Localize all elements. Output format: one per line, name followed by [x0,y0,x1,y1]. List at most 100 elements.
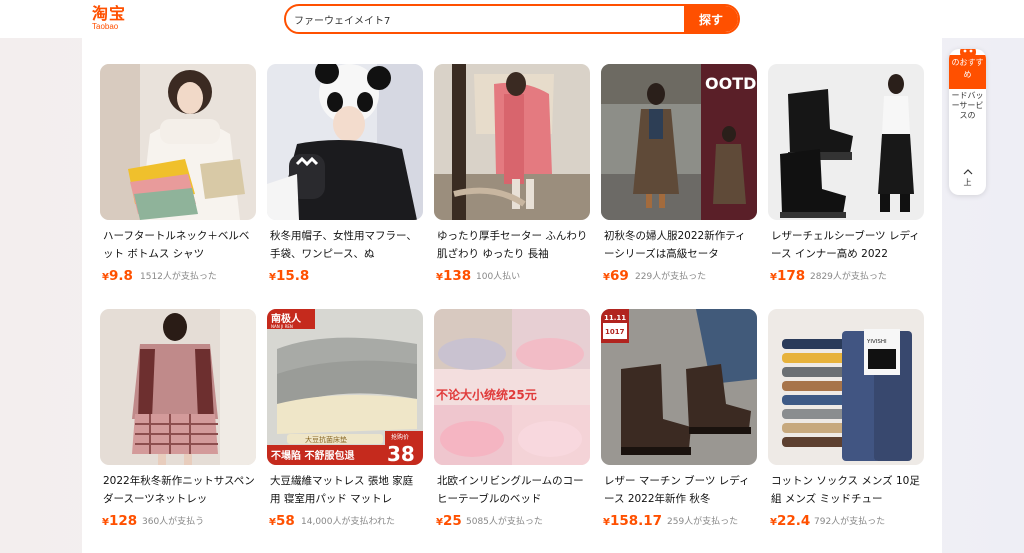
feedback-service-label: ードバッーサービスの [951,91,984,120]
product-price: ¥69 [603,265,629,285]
sold-count: 792人が支払った [814,517,886,527]
product-price: ¥25 [436,510,462,530]
currency-symbol: ¥ [102,517,109,528]
price-tag-label: 抢购价 [391,433,409,441]
mascot-icon [960,49,976,60]
product-title[interactable]: 初秋冬の婦人服2022新作ティーシリーズは高級セータ [604,227,756,263]
product-image[interactable]: OOTD [601,64,757,220]
currency-symbol: ¥ [269,272,276,283]
product-card[interactable]: 不论大小统统25元 北欧インリビングルームのコーヒーテーブルのベッド ¥25 5… [434,309,590,534]
product-title[interactable]: 大豆繊維マットレス 張地 家庭用 寝室用パッド マットレ [270,472,422,508]
product-price: ¥15.8 [269,265,309,285]
product-card[interactable]: ゆったり厚手セーター ふんわり肌ざわり ゆったり 長袖 ¥138 100人払い [434,64,590,289]
product-card[interactable]: 南极人 NAN JI REN 大豆抗菌床垫 不塌陷 不舒服包退 抢购价 38 大… [267,309,423,534]
product-image-turtleneck [100,64,256,220]
price-value: 25 [442,513,462,529]
brand-nanjiren-en: NAN JI REN [271,324,293,329]
product-title[interactable]: ゆったり厚手セーター ふんわり肌ざわり ゆったり 長袖 [437,227,589,263]
search-bar: 探す [284,4,740,34]
recommend-label: のおすすめ [951,58,984,79]
mattress-slogan: 不塌陷 不舒服包退 [271,449,354,462]
product-image[interactable] [267,64,423,220]
product-image[interactable] [434,64,590,220]
socks-brand: YIVISHI [866,339,887,345]
product-image[interactable] [768,64,924,220]
back-to-top-label: 上 [963,178,972,187]
rug-slogan: 不论大小统统25元 [436,387,537,402]
price-tag-value: 38 [387,442,415,465]
product-image-socks: YIVISHI [768,309,924,465]
product-title[interactable]: 北欧インリビングルームのコーヒーテーブルのベッド [437,472,589,508]
product-grid: ハーフタートルネック＋ベルベット ボトムス シャツ ¥9.8 1512人が支払っ… [82,38,942,553]
sold-count: 14,000人が支払われた [301,517,396,527]
recommend-button[interactable]: のおすすめ [949,55,986,89]
logo-text-en: Taobao [92,22,119,31]
sale-date: 11.11 [604,314,626,322]
product-price: ¥9.8 [102,265,133,285]
product-price: ¥22.4 [770,510,810,530]
product-image-martin-boots: 11.11 1017 [601,309,757,465]
product-title[interactable]: 2022年秋冬新作ニットサスペンダースーツネットレッ [103,472,255,508]
ootd-label: OOTD [705,74,756,93]
currency-symbol: ¥ [603,517,610,528]
product-image-sweater [434,64,590,220]
product-image[interactable] [100,64,256,220]
product-image[interactable]: 11.11 1017 [601,309,757,465]
back-to-top-button[interactable]: 上 [949,163,986,193]
search-input[interactable] [286,6,686,32]
product-card[interactable]: 11.11 1017 レザー マーチン ブーツ レディース 2022年新作 秋冬… [601,309,757,534]
product-title[interactable]: コットン ソックス メンズ 10足組 メンズ ミッドチュー [771,472,923,508]
product-image[interactable] [100,309,256,465]
sold-count: 100人払い [476,272,521,282]
product-price: ¥128 [102,510,137,530]
currency-symbol: ¥ [436,517,443,528]
price-value: 15.8 [275,268,310,284]
product-card[interactable]: 2022年秋冬新作ニットサスペンダースーツネットレッ ¥128 360人が支払う [100,309,256,534]
product-image[interactable]: 不论大小统统25元 [434,309,590,465]
product-title[interactable]: レザー マーチン ブーツ レディース 2022年新作 秋冬 [604,472,756,508]
currency-symbol: ¥ [603,272,610,283]
taobao-logo[interactable]: 淘宝 Taobao [92,5,132,35]
chevron-up-icon [963,169,972,175]
product-card[interactable]: ハーフタートルネック＋ベルベット ボトムス シャツ ¥9.8 1512人が支払っ… [100,64,256,289]
product-image-knit-suit [100,309,256,465]
product-card[interactable]: レザーチェルシーブーツ レディース インナー高め 2022 ¥178 2829人… [768,64,924,289]
currency-symbol: ¥ [269,517,276,528]
product-price: ¥138 [436,265,471,285]
feedback-service-button[interactable]: ードバッーサービスの [949,91,986,161]
price-value: 178 [776,268,806,284]
currency-symbol: ¥ [770,517,777,528]
mattress-tag: 大豆抗菌床垫 [305,435,347,444]
product-image-mattress: 南极人 NAN JI REN 大豆抗菌床垫 不塌陷 不舒服包退 抢购价 38 [267,309,423,465]
price-value: 158.17 [609,513,663,529]
product-image-rug: 不论大小统统25元 [434,309,590,465]
currency-symbol: ¥ [436,272,443,283]
price-value: 138 [442,268,472,284]
product-image-chelsea-boots [768,64,924,220]
currency-symbol: ¥ [102,272,109,283]
sold-count: 360人が支払う [142,517,205,527]
price-value: 22.4 [776,513,811,529]
sold-count: 1512人が支払った [140,272,217,282]
product-price: ¥178 [770,265,805,285]
side-float-toolbar: のおすすめ ードバッーサービスの 上 [949,49,986,195]
product-title[interactable]: ハーフタートルネック＋ベルベット ボトムス シャツ [103,227,255,263]
price-value: 9.8 [108,268,133,284]
sold-count: 5085人が支払った [466,517,543,527]
product-title[interactable]: 秋冬用帽子、女性用マフラー、手袋、ワンピース、ぬ [270,227,422,263]
product-image-panda-hat [267,64,423,220]
sold-count: 2829人が支払った [810,272,887,282]
product-image[interactable]: 南极人 NAN JI REN 大豆抗菌床垫 不塌陷 不舒服包退 抢购价 38 [267,309,423,465]
sold-count: 229人が支払った [635,272,707,282]
product-image-ootd: OOTD [601,64,757,220]
product-card[interactable]: OOTD 初秋冬の婦人服2022新作ティーシリーズは高級セータ ¥69 229人… [601,64,757,289]
product-card[interactable]: 秋冬用帽子、女性用マフラー、手袋、ワンピース、ぬ ¥15.8 [267,64,423,289]
price-value: 128 [108,513,138,529]
product-title[interactable]: レザーチェルシーブーツ レディース インナー高め 2022 [771,227,923,263]
price-value: 58 [275,513,295,529]
search-button[interactable]: 探す [684,6,738,32]
sold-count: 259人が支払った [667,517,739,527]
product-image[interactable]: YIVISHI [768,309,924,465]
product-card[interactable]: YIVISHI コットン ソックス メンズ 10足組 メンズ ミッドチュー ¥2… [768,309,924,534]
logo-text-cn: 淘宝 [92,4,127,23]
